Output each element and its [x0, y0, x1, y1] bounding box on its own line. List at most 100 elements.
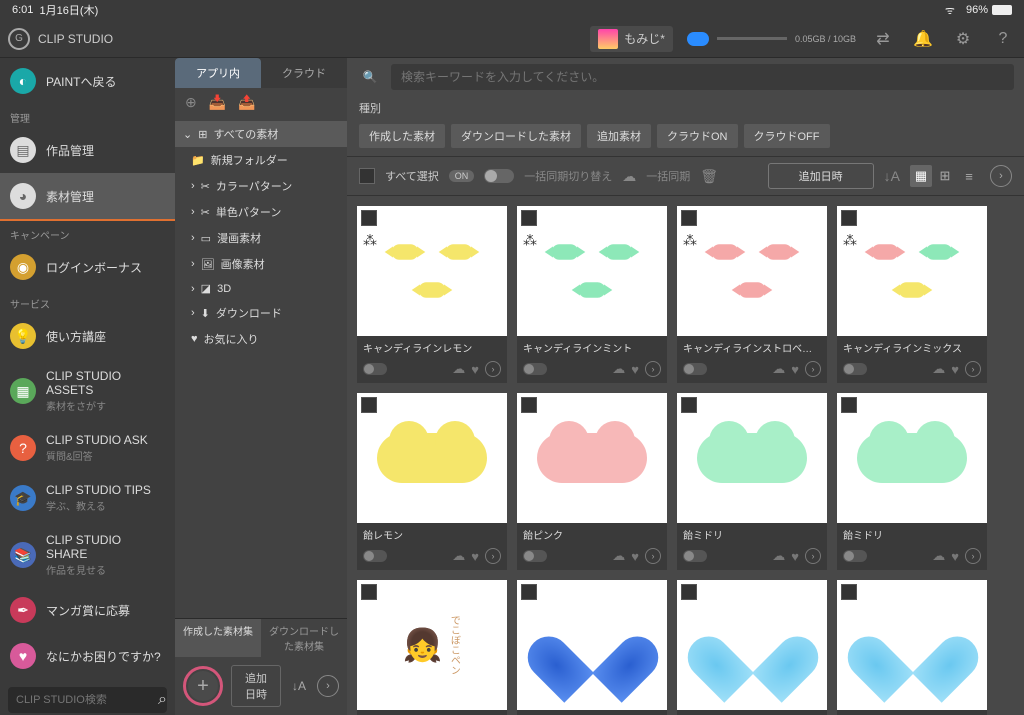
cloud-icon[interactable]: ☁: [612, 361, 625, 377]
gear-icon[interactable]: ⚙: [950, 26, 976, 52]
favorite-icon[interactable]: ♥: [951, 549, 959, 564]
card-toggle[interactable]: [683, 363, 707, 375]
chip[interactable]: クラウドON: [657, 124, 738, 148]
cloud-storage[interactable]: 0.05GB / 10GB: [687, 32, 856, 46]
open-icon[interactable]: ›: [805, 361, 821, 377]
favorite-icon[interactable]: ♥: [951, 362, 959, 377]
sidebar-share[interactable]: 📚 CLIP STUDIO SHARE作品を見せる: [0, 523, 175, 587]
sort-order-icon[interactable]: ↓A: [884, 168, 900, 184]
favorite-icon[interactable]: ♥: [471, 549, 479, 564]
sort-button[interactable]: 追加日時: [768, 163, 874, 189]
on-pill[interactable]: ON: [449, 170, 475, 182]
card-toggle[interactable]: [683, 550, 707, 562]
add-folder-icon[interactable]: ⊕: [185, 94, 197, 111]
card-checkbox[interactable]: [841, 584, 857, 600]
tree-item[interactable]: ›▭漫画素材: [175, 225, 347, 251]
open-icon[interactable]: ›: [485, 361, 501, 377]
user-chip[interactable]: もみじ*: [590, 26, 673, 52]
sidebar-login-bonus[interactable]: ◉ ログインボーナス: [0, 244, 175, 290]
material-card[interactable]: ⁂キャンディラインミント☁♥›: [517, 206, 667, 383]
tree-item[interactable]: ›◪3D: [175, 277, 347, 300]
sidebar-manga[interactable]: ✒ マンガ賞に応募: [0, 587, 175, 633]
chip[interactable]: ダウンロードした素材: [451, 124, 581, 148]
tree-item[interactable]: ›✂単色パターン: [175, 199, 347, 225]
trash-icon[interactable]: 🗑: [700, 168, 718, 185]
chip[interactable]: クラウドOFF: [744, 124, 830, 148]
cloud-icon[interactable]: ☁: [612, 548, 625, 564]
tab-cloud[interactable]: クラウド: [261, 58, 347, 88]
card-checkbox[interactable]: [841, 210, 857, 226]
back-to-paint[interactable]: ◐ PAINTへ戻る: [0, 58, 175, 104]
open-icon[interactable]: ›: [965, 361, 981, 377]
tree-item[interactable]: ›⬇ダウンロード: [175, 300, 347, 326]
search-input[interactable]: [391, 64, 1014, 90]
card-checkbox[interactable]: [361, 584, 377, 600]
card-checkbox[interactable]: [361, 397, 377, 413]
card-checkbox[interactable]: [681, 210, 697, 226]
next-icon[interactable]: ›: [317, 675, 339, 697]
open-icon[interactable]: ›: [805, 548, 821, 564]
cloud-icon[interactable]: ☁: [772, 361, 785, 377]
sidebar-works[interactable]: ▤ 作品管理: [0, 127, 175, 173]
favorite-icon[interactable]: ♥: [791, 362, 799, 377]
favorite-icon[interactable]: ♥: [631, 362, 639, 377]
tab-inapp[interactable]: アプリ内: [175, 58, 261, 88]
sidebar-howto[interactable]: 💡 使い方講座: [0, 313, 175, 359]
card-checkbox[interactable]: [521, 210, 537, 226]
add-button[interactable]: +: [188, 671, 218, 701]
sort-order-icon[interactable]: ↓A: [289, 676, 309, 696]
card-checkbox[interactable]: [521, 397, 537, 413]
sidebar-help[interactable]: ♥ なにかお困りですか?: [0, 633, 175, 679]
view-list-icon[interactable]: ≡: [958, 165, 980, 187]
tree-item[interactable]: ♥お気に入り: [175, 326, 347, 352]
bottom-tab-downloaded[interactable]: ダウンロードした素材集: [261, 619, 347, 657]
logo-area[interactable]: G CLIP STUDIO: [8, 28, 173, 50]
card-toggle[interactable]: [363, 550, 387, 562]
select-all-checkbox[interactable]: [359, 168, 375, 184]
open-icon[interactable]: ›: [645, 548, 661, 564]
material-card[interactable]: 飴ピンク☁♥›: [517, 393, 667, 570]
card-checkbox[interactable]: [681, 584, 697, 600]
material-card[interactable]: レイヤーテンプレート☁♥›: [517, 580, 667, 715]
card-toggle[interactable]: [363, 363, 387, 375]
cloud-icon[interactable]: ☁: [772, 548, 785, 564]
card-toggle[interactable]: [843, 363, 867, 375]
open-icon[interactable]: ›: [645, 361, 661, 377]
material-card[interactable]: 👧でこぼこペン手書き風でこぼこペン☁♥›: [357, 580, 507, 715]
bottom-tab-created[interactable]: 作成した素材集: [175, 619, 261, 657]
material-card[interactable]: 飴ミドリ☁♥›: [837, 393, 987, 570]
folder-out-icon[interactable]: 📤: [238, 94, 255, 111]
open-icon[interactable]: ›: [965, 548, 981, 564]
card-toggle[interactable]: [523, 363, 547, 375]
view-grid-large-icon[interactable]: ▦: [910, 165, 932, 187]
favorite-icon[interactable]: ♥: [791, 549, 799, 564]
material-card[interactable]: ジュエル大☁♥›: [677, 580, 827, 715]
material-card[interactable]: ジュエルアクア☁♥›: [837, 580, 987, 715]
sidebar-assets[interactable]: ▦ CLIP STUDIO ASSETS素材をさがす: [0, 359, 175, 423]
sidebar-materials[interactable]: ◕ 素材管理: [0, 173, 175, 221]
card-checkbox[interactable]: [521, 584, 537, 600]
favorite-icon[interactable]: ♥: [631, 549, 639, 564]
tree-item[interactable]: ›✂カラーパターン: [175, 173, 347, 199]
material-card[interactable]: 飴レモン☁♥›: [357, 393, 507, 570]
next-page-icon[interactable]: ›: [990, 165, 1012, 187]
material-card[interactable]: ⁂キャンディラインストロベリー☁♥›: [677, 206, 827, 383]
sidebar-ask[interactable]: ? CLIP STUDIO ASK質問&回答: [0, 423, 175, 473]
sidebar-search[interactable]: ⌕: [8, 687, 167, 713]
favorite-icon[interactable]: ♥: [471, 362, 479, 377]
card-toggle[interactable]: [523, 550, 547, 562]
search-icon[interactable]: 🔍: [357, 64, 383, 90]
tree-root[interactable]: ⌄ ⊞ すべての素材: [175, 121, 347, 147]
view-grid-small-icon[interactable]: ⊞: [934, 165, 956, 187]
sync-toggle[interactable]: [484, 169, 514, 183]
sidebar-search-input[interactable]: [16, 694, 158, 706]
card-checkbox[interactable]: [681, 397, 697, 413]
bottom-sort[interactable]: 追加日時: [231, 665, 281, 707]
chip[interactable]: 追加素材: [587, 124, 651, 148]
chip[interactable]: 作成した素材: [359, 124, 445, 148]
cloud-sync-icon[interactable]: ☁: [622, 168, 636, 185]
card-checkbox[interactable]: [841, 397, 857, 413]
cloud-icon[interactable]: ☁: [932, 548, 945, 564]
tree-item[interactable]: 📁新規フォルダー: [175, 147, 347, 173]
open-icon[interactable]: ›: [485, 548, 501, 564]
